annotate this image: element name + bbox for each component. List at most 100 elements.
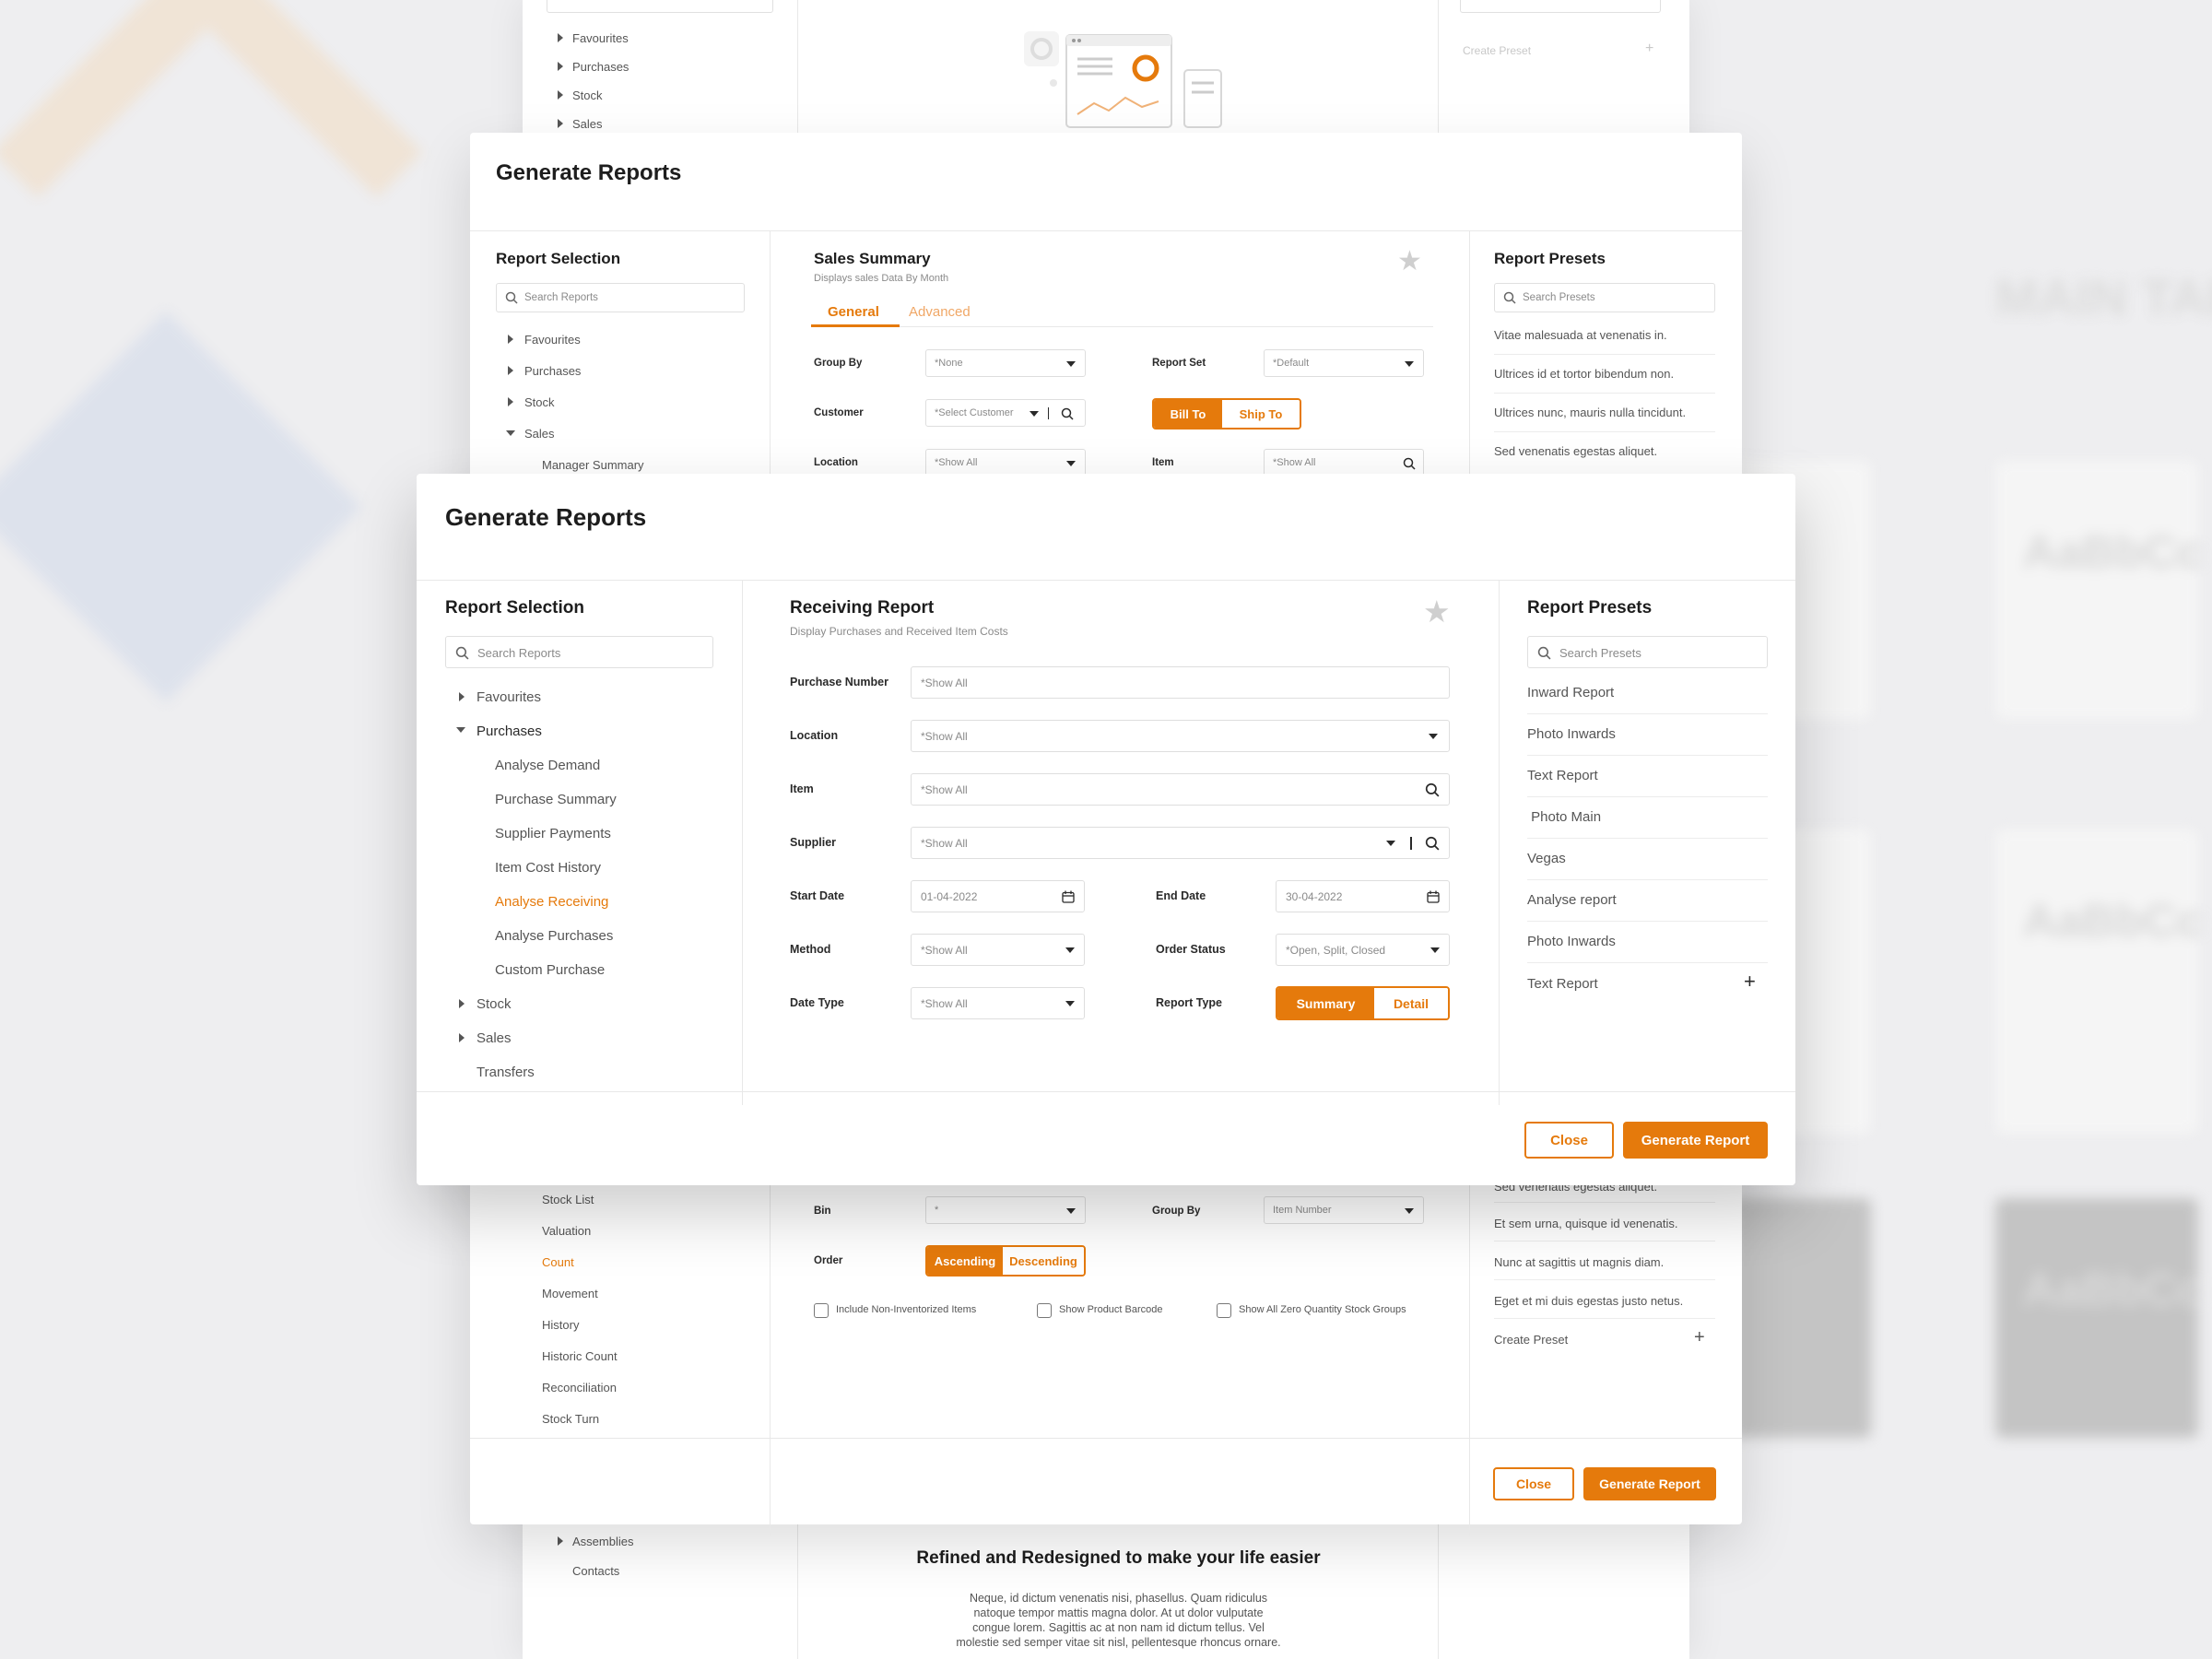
add-preset-icon[interactable]: + bbox=[1744, 970, 1756, 994]
front-tree-analyse-purchases[interactable]: Analyse Purchases bbox=[495, 928, 613, 944]
customer-select[interactable]: *Select Customer bbox=[925, 399, 1086, 427]
search-icon[interactable] bbox=[1061, 407, 1074, 420]
middle-tree-manager-summary[interactable]: Manager Summary bbox=[542, 458, 644, 472]
middle-close-button[interactable]: Close bbox=[1493, 1467, 1574, 1500]
middle-search-presets[interactable]: Search Presets bbox=[1494, 283, 1715, 312]
front-tree-purchases[interactable]: Purchases bbox=[477, 724, 542, 739]
date-type-select[interactable]: *Show All bbox=[911, 987, 1085, 1019]
middle-tree-stock-turn[interactable]: Stock Turn bbox=[542, 1412, 599, 1426]
back-add-preset-icon[interactable]: + bbox=[1645, 41, 1653, 57]
location-select[interactable]: *Show All bbox=[911, 720, 1450, 752]
back-search-presets[interactable] bbox=[1460, 0, 1661, 13]
preset-item[interactable]: Eget et mi duis egestas justo netus. bbox=[1494, 1294, 1683, 1308]
start-date-input[interactable]: 01-04-2022 bbox=[911, 880, 1085, 912]
middle-tree-history[interactable]: History bbox=[542, 1318, 579, 1332]
back-tree-sales[interactable]: Sales bbox=[572, 117, 603, 131]
end-date-input[interactable]: 30-04-2022 bbox=[1276, 880, 1450, 912]
middle-tree-valuation[interactable]: Valuation bbox=[542, 1224, 591, 1238]
type-card-label: AaBbCc bbox=[2023, 526, 2203, 578]
checkbox-non-inventorized[interactable] bbox=[814, 1303, 829, 1318]
back-tree-stock[interactable]: Stock bbox=[572, 88, 603, 102]
front-search-reports[interactable]: Search Reports bbox=[445, 636, 713, 668]
descending-button[interactable]: Descending bbox=[1003, 1247, 1084, 1275]
middle-tree-stock[interactable]: Stock bbox=[524, 395, 555, 409]
front-tree-favourites[interactable]: Favourites bbox=[477, 689, 541, 705]
order-toggle[interactable]: Ascending Descending bbox=[925, 1245, 1086, 1277]
front-tree-supplier-payments[interactable]: Supplier Payments bbox=[495, 826, 611, 841]
summary-button[interactable]: Summary bbox=[1277, 988, 1374, 1018]
preset-item[interactable]: Text Report bbox=[1527, 976, 1598, 992]
preset-item[interactable]: Nunc at sagittis ut magnis diam. bbox=[1494, 1255, 1664, 1269]
front-generate-button[interactable]: Generate Report bbox=[1623, 1122, 1768, 1159]
create-preset[interactable]: Create Preset bbox=[1494, 1333, 1568, 1347]
item-input[interactable]: *Show All bbox=[1264, 449, 1424, 477]
report-set-select[interactable]: *Default bbox=[1264, 349, 1424, 377]
middle-tree-sales[interactable]: Sales bbox=[524, 427, 555, 441]
front-tree-purchase-summary[interactable]: Purchase Summary bbox=[495, 792, 617, 807]
back-search-reports[interactable] bbox=[547, 0, 773, 13]
bill-ship-toggle[interactable]: Bill To Ship To bbox=[1152, 398, 1301, 429]
middle-tree-purchases[interactable]: Purchases bbox=[524, 364, 581, 378]
preset-item[interactable]: Photo Main bbox=[1527, 809, 1601, 825]
favourite-star-icon[interactable]: ★ bbox=[1397, 245, 1422, 277]
middle-search-reports[interactable]: Search Reports bbox=[496, 283, 745, 312]
front-tree-custom-purchase[interactable]: Custom Purchase bbox=[495, 962, 605, 978]
report-type-toggle[interactable]: Summary Detail bbox=[1276, 986, 1450, 1020]
tab-advanced[interactable]: Advanced bbox=[909, 304, 971, 320]
middle-tree-movement[interactable]: Movement bbox=[542, 1287, 598, 1300]
front-tree-analyse-receiving[interactable]: Analyse Receiving bbox=[495, 894, 608, 910]
add-preset-icon[interactable]: + bbox=[1694, 1327, 1705, 1348]
search-icon[interactable] bbox=[1403, 457, 1416, 470]
middle-tree-favourites[interactable]: Favourites bbox=[524, 333, 581, 347]
middle-tree-count[interactable]: Count bbox=[542, 1255, 574, 1269]
preset-item[interactable]: Vegas bbox=[1527, 851, 1566, 866]
preset-item[interactable]: Inward Report bbox=[1527, 685, 1614, 700]
checkbox-zero-quantity[interactable] bbox=[1217, 1303, 1231, 1318]
search-icon[interactable] bbox=[1425, 836, 1440, 851]
preset-item[interactable]: Et sem urna, quisque id venenatis. bbox=[1494, 1217, 1677, 1230]
detail-button[interactable]: Detail bbox=[1374, 988, 1448, 1018]
item-input[interactable]: *Show All bbox=[911, 773, 1450, 806]
location-select[interactable]: *Show All bbox=[925, 449, 1086, 477]
front-tree-stock[interactable]: Stock bbox=[477, 996, 512, 1012]
group-by2-select[interactable]: Item Number bbox=[1264, 1196, 1424, 1224]
preset-item[interactable]: Ultrices id et tortor bibendum non. bbox=[1494, 367, 1674, 381]
front-tree-analyse-demand[interactable]: Analyse Demand bbox=[495, 758, 600, 773]
back-tree-favourites[interactable]: Favourites bbox=[572, 31, 629, 45]
front-search-presets[interactable]: Search Presets bbox=[1527, 636, 1768, 668]
ascending-button[interactable]: Ascending bbox=[927, 1247, 1003, 1275]
middle-tree-reconciliation[interactable]: Reconciliation bbox=[542, 1381, 617, 1394]
method-select[interactable]: *Show All bbox=[911, 934, 1085, 966]
purchase-number-input[interactable]: *Show All bbox=[911, 666, 1450, 699]
tab-general[interactable]: General bbox=[828, 304, 879, 320]
front-tree-sales[interactable]: Sales bbox=[477, 1030, 512, 1046]
preset-item[interactable]: Analyse report bbox=[1527, 892, 1617, 908]
order-status-select[interactable]: *Open, Split, Closed bbox=[1276, 934, 1450, 966]
front-close-button[interactable]: Close bbox=[1524, 1122, 1614, 1159]
back-create-preset[interactable]: Create Preset bbox=[1463, 44, 1531, 57]
favourite-star-icon[interactable]: ★ bbox=[1423, 594, 1451, 629]
front-tree-transfers[interactable]: Transfers bbox=[477, 1065, 535, 1080]
preset-item[interactable]: Vitae malesuada at venenatis in. bbox=[1494, 328, 1667, 342]
ship-to-button[interactable]: Ship To bbox=[1222, 400, 1300, 428]
preset-item[interactable]: Ultrices nunc, mauris nulla tincidunt. bbox=[1494, 406, 1686, 419]
back-tree-assemblies[interactable]: Assemblies bbox=[572, 1535, 633, 1548]
back-tree-contacts[interactable]: Contacts bbox=[572, 1564, 619, 1578]
middle-tree-stock-list[interactable]: Stock List bbox=[542, 1193, 594, 1206]
calendar-icon[interactable] bbox=[1062, 890, 1075, 903]
checkbox-product-barcode[interactable] bbox=[1037, 1303, 1052, 1318]
calendar-icon[interactable] bbox=[1427, 890, 1440, 903]
supplier-select[interactable]: *Show All bbox=[911, 827, 1450, 859]
back-tree-purchases[interactable]: Purchases bbox=[572, 60, 629, 74]
search-icon[interactable] bbox=[1425, 782, 1440, 797]
bin-select[interactable]: * bbox=[925, 1196, 1086, 1224]
middle-generate-button[interactable]: Generate Report bbox=[1583, 1467, 1716, 1500]
middle-tree-historic-count[interactable]: Historic Count bbox=[542, 1349, 618, 1363]
preset-item[interactable]: Text Report bbox=[1527, 768, 1598, 783]
preset-item[interactable]: Photo Inwards bbox=[1527, 726, 1616, 742]
group-by-select[interactable]: *None bbox=[925, 349, 1086, 377]
front-tree-item-cost-history[interactable]: Item Cost History bbox=[495, 860, 601, 876]
preset-item[interactable]: Photo Inwards bbox=[1527, 934, 1616, 949]
preset-item[interactable]: Sed venenatis egestas aliquet. bbox=[1494, 444, 1657, 458]
bill-to-button[interactable]: Bill To bbox=[1154, 400, 1222, 428]
